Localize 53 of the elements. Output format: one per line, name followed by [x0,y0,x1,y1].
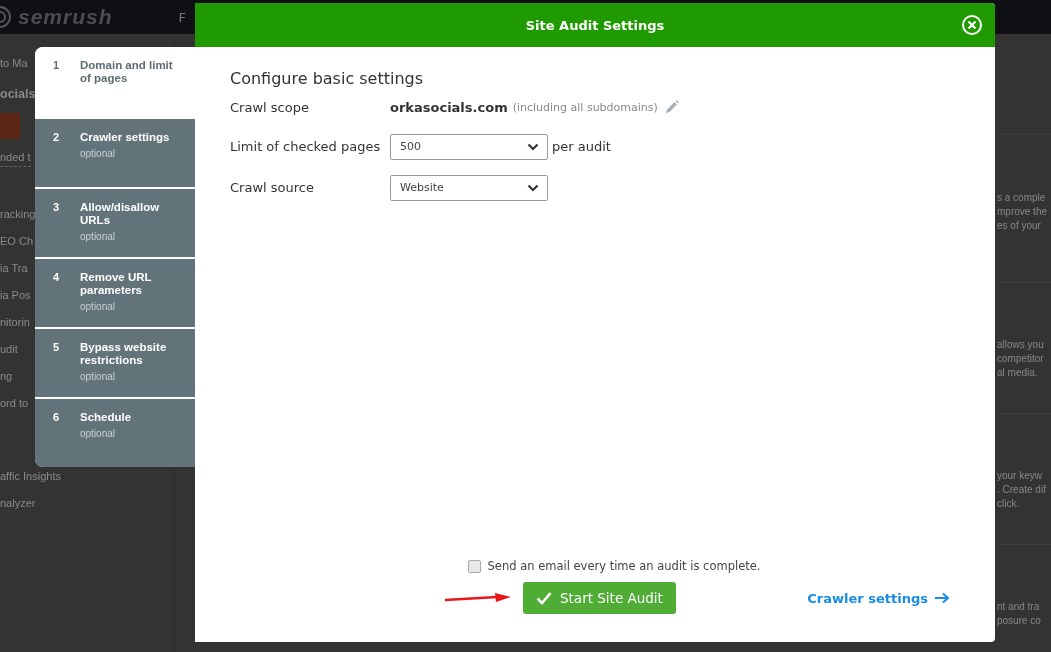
field-label: Limit of checked pages [230,139,382,154]
step-tab[interactable]: 4 Remove URL parameters optional [35,259,195,327]
sidebar-link[interactable]: nalyzer [0,490,36,517]
sidebar-link[interactable]: EO Ch [0,228,33,255]
chevron-down-icon [527,142,539,151]
card-text: your keyw [996,469,1042,483]
domain-text: orkasocials.com [390,99,508,115]
next-step-link[interactable]: Crawler settings [807,590,950,606]
card-text: mprove the [996,205,1048,219]
sidebar-link[interactable]: racking [0,201,36,228]
sidebar-link[interactable]: to Ma [0,50,28,77]
field-label: Crawl source [230,180,315,195]
sidebar-link[interactable]: udit [0,336,18,363]
logo[interactable]: semrush [18,5,113,29]
step-tab[interactable]: 2 Crawler settings optional [35,119,195,187]
start-audit-button[interactable]: Start Site Audit [523,582,676,614]
sidebar-link[interactable]: ia Tra [0,255,28,282]
nav-link[interactable]: F [178,9,187,25]
step-tab[interactable]: 6 Schedule optional [35,399,195,467]
chevron-down-icon [527,183,539,192]
card-text: nt and tra [996,600,1040,614]
card-text: al media. [996,366,1038,380]
sidebar-link[interactable]: nded t [0,148,31,167]
project-bar [0,113,20,139]
checkmark-icon [536,591,552,605]
dialog-title: Site Audit Settings [525,17,665,33]
card-text: competitor [996,352,1044,366]
card-text: click. [996,497,1020,511]
card-text: . Create dif [996,483,1046,497]
step-tab[interactable]: 5 Bypass website restrictions optional [35,329,195,397]
logo-icon [0,6,14,28]
project-title: ocials [0,87,36,101]
sidebar-link[interactable]: ng [0,363,13,390]
sidebar-link[interactable]: ia Pos [0,282,31,309]
checkbox[interactable] [467,559,481,573]
step-tab[interactable]: 3 Allow/disallow URLs optional [35,189,195,257]
card-text: es of your [996,219,1041,233]
sidebar-link[interactable]: nitorin [0,309,30,336]
sidebar-link[interactable]: ord to [0,390,29,417]
annotation-arrow [445,592,511,604]
field-suffix: per audit [552,139,611,154]
card-text: posure co [996,614,1041,628]
field-label: Crawl scope [230,99,310,115]
card-text: s a comple [996,191,1046,205]
scope-note: (including all subdomains) [512,100,658,114]
close-icon[interactable] [961,14,983,36]
checkbox-label: Send an email every time an audit is complete. [487,559,761,573]
dropdown[interactable]: Website [390,174,548,201]
section-heading: Configure basic settings [230,69,425,88]
arrow-right-icon [934,592,950,604]
card-text: allows you [996,338,1044,352]
dropdown[interactable]: 500 [390,133,548,160]
pencil-icon[interactable] [664,100,679,114]
